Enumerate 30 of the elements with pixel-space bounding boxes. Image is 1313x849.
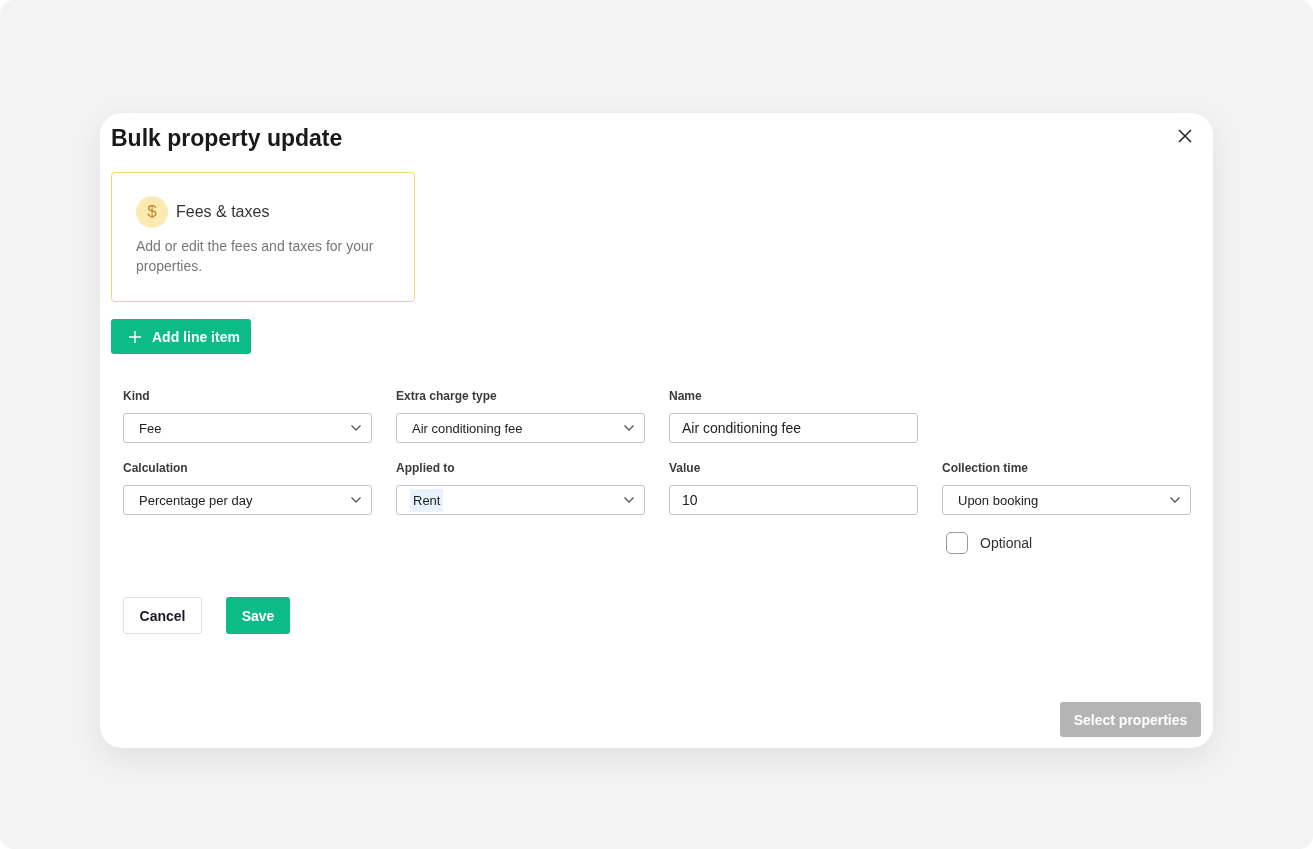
card-title: Fees & taxes: [176, 203, 270, 221]
dollar-icon: $: [136, 196, 168, 228]
field-label: Name: [669, 388, 702, 404]
text-field[interactable]: 10: [669, 485, 918, 515]
dropdown[interactable]: Upon booking: [942, 485, 1191, 515]
field-label: Extra charge type: [396, 388, 497, 404]
chevron-down-icon: [351, 425, 361, 431]
category-card[interactable]: $ Fees & taxes Add or edit the fees and taxes for your properties.: [111, 172, 415, 302]
value-chip: Rent: [410, 488, 444, 512]
field-label: Collection time: [942, 460, 1028, 476]
field-label: Calculation: [123, 460, 188, 476]
dropdown[interactable]: Air conditioning fee: [396, 413, 645, 443]
chevron-down-icon: [624, 425, 634, 431]
chevron-down-icon: [624, 497, 634, 503]
dialog-title: Bulk property update: [111, 124, 343, 152]
checkbox[interactable]: [946, 532, 968, 554]
card-description: Add or edit the fees and taxes for your properties.: [136, 237, 375, 276]
text-field[interactable]: Air conditioning fee: [669, 413, 918, 443]
field-label: Value: [669, 460, 701, 476]
cancel-button[interactable]: Cancel: [123, 597, 202, 634]
field-label: Kind: [123, 388, 150, 404]
checkbox-label[interactable]: Optional: [980, 535, 1033, 551]
plus-icon: [129, 330, 141, 343]
dropdown[interactable]: Rent: [396, 485, 645, 515]
chevron-down-icon: [351, 497, 361, 503]
close-icon: [1178, 129, 1192, 143]
field-label: Applied to: [396, 460, 455, 476]
chevron-down-icon: [1170, 497, 1180, 503]
dropdown[interactable]: Fee: [123, 413, 372, 443]
dropdown[interactable]: Percentage per day: [123, 485, 372, 515]
